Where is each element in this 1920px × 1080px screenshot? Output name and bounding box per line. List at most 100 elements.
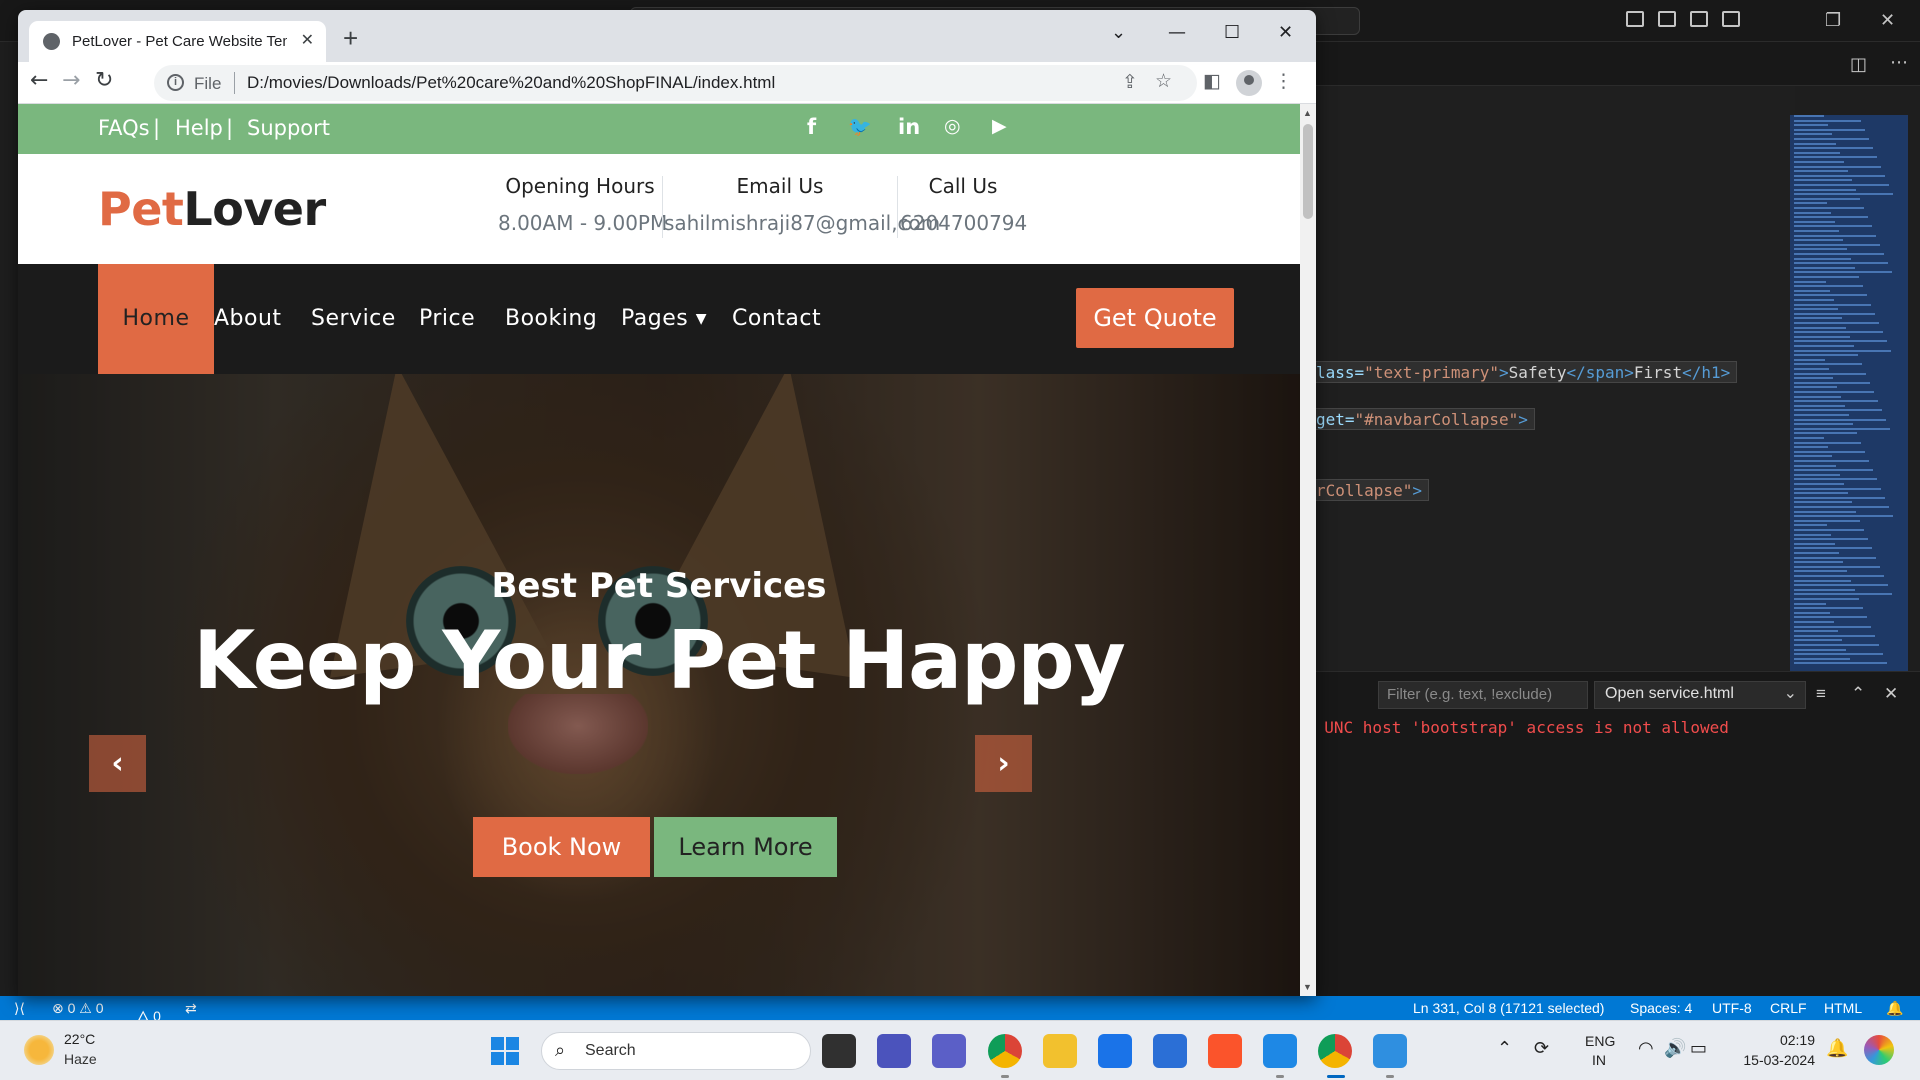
brand-logo[interactable]: PetLover [98, 182, 326, 236]
output-filter-input[interactable]: Filter (e.g. text, !exclude) [1378, 681, 1588, 709]
more-actions-icon[interactable]: ⋯ [1890, 52, 1908, 73]
teams-work-icon[interactable] [932, 1034, 966, 1068]
customize-layout-icon[interactable] [1722, 11, 1740, 27]
volume-icon[interactable]: 🔊 [1664, 1038, 1686, 1059]
language-status[interactable]: HTML [1824, 1000, 1862, 1016]
nav-booking[interactable]: Booking [505, 264, 597, 374]
new-tab-button[interactable]: + [343, 25, 358, 51]
clock-date[interactable]: 15-03-2024 [1717, 1052, 1815, 1068]
restore-window-icon[interactable]: ❐ [1825, 10, 1841, 31]
scrollbar-thumb[interactable] [1303, 124, 1313, 219]
share-icon[interactable]: ⇪ [1122, 71, 1138, 93]
scroll-up-icon[interactable]: ▲ [1303, 108, 1312, 118]
live-share-icon[interactable]: ⇄ [185, 1000, 197, 1017]
nav-about[interactable]: About [214, 264, 282, 374]
toggle-panel-icon[interactable] [1658, 11, 1676, 27]
faqs-link[interactable]: FAQs [98, 116, 150, 140]
maximize-icon[interactable]: ☐ [1224, 22, 1240, 43]
minimap-line [1794, 363, 1862, 366]
profile-avatar[interactable] [1236, 70, 1262, 96]
wifi-icon[interactable]: ◠ [1638, 1038, 1654, 1059]
side-panel-icon[interactable]: ◧ [1203, 70, 1221, 92]
facebook-icon[interactable]: f [807, 115, 816, 139]
file-explorer-icon[interactable] [1043, 1034, 1077, 1068]
get-quote-button[interactable]: Get Quote [1076, 288, 1234, 348]
maximize-panel-icon[interactable]: ⌃ [1851, 684, 1865, 704]
twitter-icon[interactable]: 🐦 [848, 115, 872, 138]
instagram-icon[interactable]: ◎ [944, 115, 961, 137]
input-language[interactable]: ENG [1585, 1033, 1615, 1049]
weather-temperature[interactable]: 22°C [64, 1031, 95, 1047]
windows-start-icon[interactable] [491, 1037, 519, 1065]
code-line[interactable]: get="#navbarCollapse"> [1315, 408, 1535, 430]
email-us-value[interactable]: sahilmishraji87@gmail,com [664, 211, 940, 235]
close-window-icon[interactable]: ✕ [1278, 22, 1293, 43]
browser-tab[interactable]: PetLover - Pet Care Website Template ✕ [29, 21, 326, 62]
teams-icon[interactable] [877, 1034, 911, 1068]
input-region[interactable]: IN [1592, 1052, 1606, 1068]
microsoft-store-icon[interactable] [1153, 1034, 1187, 1068]
forward-icon[interactable]: → [62, 68, 80, 93]
menu-kebab-icon[interactable]: ⋮ [1274, 70, 1293, 92]
problems-status[interactable]: ⊗ 0 ⚠ 0 [52, 1000, 104, 1017]
nav-service[interactable]: Service [311, 264, 396, 374]
word-wrap-icon[interactable]: ≡ [1816, 684, 1826, 704]
toggle-primary-sidebar-icon[interactable] [1626, 11, 1644, 27]
weather-condition[interactable]: Haze [64, 1051, 97, 1067]
encoding-status[interactable]: UTF-8 [1712, 1000, 1752, 1016]
code-line[interactable]: lass="text-primary">Safety</span>First</… [1315, 361, 1738, 383]
vscode-icon[interactable] [1263, 1034, 1297, 1068]
indentation-status[interactable]: Spaces: 4 [1630, 1000, 1692, 1016]
nav-contact[interactable]: Contact [732, 264, 821, 374]
book-now-button[interactable]: Book Now [473, 817, 650, 877]
linkedin-icon[interactable]: in [898, 115, 920, 139]
back-icon[interactable]: ← [30, 68, 48, 93]
call-us-value[interactable]: 6204700794 [900, 211, 1027, 235]
tab-search-icon[interactable]: ⌄ [1111, 22, 1126, 43]
reload-icon[interactable]: ↻ [95, 68, 113, 93]
minimap[interactable] [1790, 115, 1908, 671]
url-text[interactable]: D:/movies/Downloads/Pet%20care%20and%20S… [247, 73, 775, 93]
help-link[interactable]: Help [175, 116, 223, 140]
battery-icon[interactable]: ▭ [1690, 1038, 1707, 1059]
close-panel-icon[interactable]: ✕ [1884, 684, 1898, 704]
carousel-next-icon[interactable]: › [975, 735, 1032, 792]
brave-icon[interactable] [1208, 1034, 1242, 1068]
clock-time[interactable]: 02:19 [1747, 1032, 1815, 1048]
show-hidden-icons-icon[interactable]: ⌃ [1497, 1038, 1512, 1059]
support-link[interactable]: Support [247, 116, 330, 140]
code-line[interactable]: rCollapse"> [1315, 479, 1429, 501]
mail-icon[interactable] [1098, 1034, 1132, 1068]
weather-icon[interactable] [24, 1035, 54, 1065]
carousel-prev-icon[interactable]: ‹ [89, 735, 146, 792]
bookmark-star-icon[interactable]: ☆ [1155, 70, 1172, 92]
nav-pages[interactable]: Pages ▼ [621, 264, 707, 374]
chrome-icon[interactable] [988, 1034, 1022, 1068]
scroll-down-icon[interactable]: ▼ [1303, 982, 1312, 992]
site-info-icon[interactable]: i [167, 74, 184, 91]
eol-status[interactable]: CRLF [1770, 1000, 1807, 1016]
notifications-icon[interactable]: 🔔 [1886, 1000, 1903, 1017]
taskbar-search[interactable]: ⌕ Search [541, 1032, 811, 1070]
address-bar[interactable]: i File D:/movies/Downloads/Pet%20care%20… [154, 65, 1197, 101]
nav-home[interactable]: Home [98, 264, 214, 374]
notifications-bell-icon[interactable]: 🔔 [1826, 1038, 1848, 1059]
nav-price[interactable]: Price [419, 264, 475, 374]
learn-more-button[interactable]: Learn More [654, 817, 837, 877]
task-view-icon[interactable] [822, 1034, 856, 1068]
close-window-icon[interactable]: ✕ [1880, 10, 1895, 31]
taskbar-search-placeholder: Search [585, 1042, 636, 1059]
remote-indicator-icon[interactable]: ⟩⟨ [14, 1000, 25, 1017]
youtube-icon[interactable]: ▶ [992, 115, 1007, 137]
cursor-position[interactable]: Ln 331, Col 8 (17121 selected) [1413, 1000, 1604, 1016]
copilot-icon[interactable] [1864, 1035, 1894, 1065]
split-editor-icon[interactable]: ◫ [1850, 54, 1867, 75]
output-channel-select[interactable]: Open service.html ⌄ [1594, 681, 1806, 709]
photos-icon[interactable] [1373, 1034, 1407, 1068]
page-scrollbar[interactable]: ▲ ▼ [1300, 104, 1316, 996]
minimize-icon[interactable]: — [1168, 22, 1186, 43]
chrome-active-icon[interactable] [1318, 1034, 1352, 1068]
sync-icon[interactable]: ⟳ [1534, 1038, 1549, 1059]
close-tab-icon[interactable]: ✕ [301, 30, 314, 50]
toggle-secondary-sidebar-icon[interactable] [1690, 11, 1708, 27]
